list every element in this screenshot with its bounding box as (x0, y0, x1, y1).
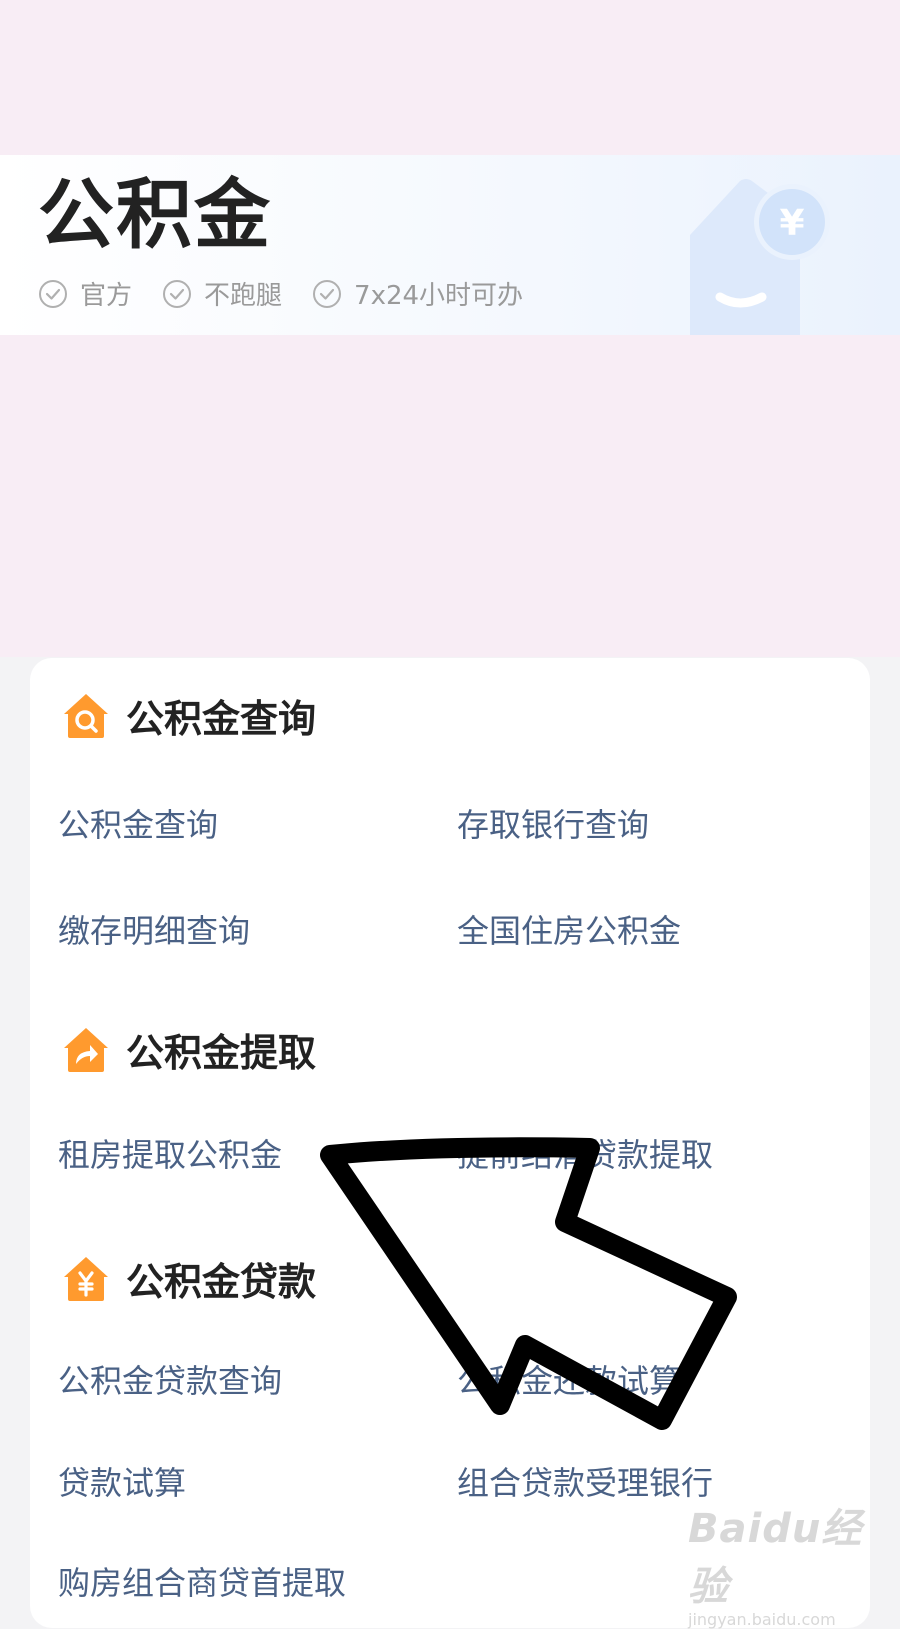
watermark-url: jingyan.baidu.com (688, 1610, 836, 1629)
tag-label: 官方 (80, 281, 133, 311)
house-yen-icon (64, 1256, 108, 1301)
link-combo-loan-withdraw[interactable]: 购房组合商贷首提取 (58, 1558, 346, 1604)
section-title: 公积金贷款 (126, 1260, 317, 1304)
tag-official: 官方 (38, 275, 132, 312)
section-withdraw-header: 公积金提取 (60, 1022, 316, 1077)
feature-tags: 官方 不跑腿 7x24小时可办 (38, 275, 553, 312)
section-query-header: 公积金查询 (60, 688, 316, 743)
tag-24-7: 7x24小时可办 (312, 275, 523, 312)
promo-area (0, 335, 900, 657)
services-card: 公积金查询 公积金查询 存取银行查询 缴存明细查询 全国住房公积金 公积金提取 … (30, 658, 870, 1628)
link-loan-query[interactable]: 公积金贷款查询 (58, 1356, 282, 1402)
check-circle-icon (313, 279, 342, 308)
link-combo-loan-banks[interactable]: 组合贷款受理银行 (457, 1458, 713, 1504)
link-loan-calc[interactable]: 贷款试算 (58, 1458, 186, 1504)
tag-no-running: 不跑腿 (162, 275, 282, 312)
link-early-payoff-withdraw[interactable]: 提前结清贷款提取 (457, 1130, 713, 1176)
yen-badge-icon: ¥ (779, 203, 804, 244)
section-title: 公积金查询 (126, 697, 317, 741)
page-header: 公积金 官方 不跑腿 7x24小时可办 ¥ (0, 155, 900, 337)
link-deposit-details[interactable]: 缴存明细查询 (58, 906, 250, 952)
section-title: 公积金提取 (126, 1031, 317, 1075)
link-repay-calc[interactable]: 公积金还款试算 (457, 1356, 681, 1402)
house-share-icon (64, 1027, 108, 1072)
page-title: 公积金 (38, 170, 272, 259)
top-banner-area (0, 0, 900, 155)
link-national-fund[interactable]: 全国住房公积金 (457, 906, 681, 952)
fund-tag-illustration: ¥ (690, 179, 830, 337)
link-fund-query[interactable]: 公积金查询 (58, 800, 218, 846)
tag-label: 7x24小时可办 (354, 281, 524, 311)
watermark-brand: Baidu经验 (688, 1506, 863, 1610)
house-search-icon (64, 693, 108, 738)
tag-label: 不跑腿 (204, 281, 283, 311)
watermark: Baidu经验 jingyan.baidu.com (688, 1496, 900, 1629)
check-circle-icon (39, 279, 67, 308)
link-bank-query[interactable]: 存取银行查询 (457, 800, 649, 846)
link-rent-withdraw[interactable]: 租房提取公积金 (58, 1130, 282, 1176)
check-circle-icon (163, 279, 192, 308)
section-loan-header: 公积金贷款 (60, 1251, 316, 1306)
